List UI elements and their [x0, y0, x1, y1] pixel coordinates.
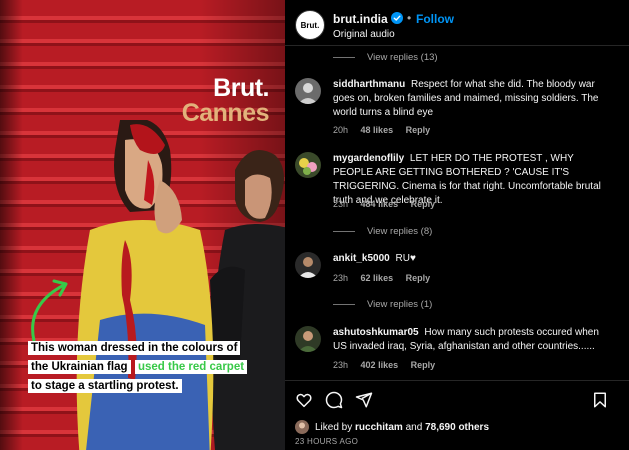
- comment-likes[interactable]: 402 likes: [361, 360, 399, 370]
- liked-by-summary: Liked by rucchitam and 78,690 others: [295, 420, 489, 434]
- comment-meta: 23h 402 likes Reply: [333, 360, 445, 370]
- reply-button[interactable]: Reply: [406, 125, 431, 135]
- liker-avatar[interactable]: [295, 420, 309, 434]
- comment-likes[interactable]: 62 likes: [361, 273, 394, 283]
- view-replies-button[interactable]: View replies (8): [333, 226, 432, 237]
- separator-dot: •: [407, 11, 412, 25]
- post-media[interactable]: Brut. Cannes This woman dressed in the c…: [0, 0, 285, 450]
- original-audio-link[interactable]: Original audio: [333, 29, 395, 40]
- liked-by-others[interactable]: 78,690 others: [425, 422, 489, 433]
- commenter-avatar[interactable]: [295, 152, 321, 178]
- comment-likes[interactable]: 484 likes: [361, 199, 399, 209]
- logo-line-cannes: Cannes: [181, 99, 270, 127]
- comment-username[interactable]: siddharthmanu: [333, 79, 405, 90]
- comment-username[interactable]: ashutoshkumar05: [333, 327, 419, 338]
- liked-by-user[interactable]: rucchitam: [355, 422, 403, 433]
- comment-username[interactable]: mygardenoflily: [333, 153, 404, 164]
- post-username[interactable]: brut.india: [333, 12, 388, 26]
- liked-by-prefix: Liked by: [315, 421, 353, 433]
- comment-likes[interactable]: 48 likes: [361, 125, 394, 135]
- video-caption: This woman dressed in the colours of the…: [28, 338, 248, 395]
- comment-time[interactable]: 20h: [333, 125, 348, 135]
- bookmark-icon[interactable]: [591, 391, 609, 409]
- reply-button[interactable]: Reply: [406, 273, 431, 283]
- view-replies-button[interactable]: View replies (1): [333, 299, 432, 310]
- comment-time[interactable]: 23h: [333, 199, 348, 209]
- comment-meta: 23h 62 likes Reply: [333, 273, 440, 283]
- action-bar: [285, 380, 629, 418]
- post-timestamp[interactable]: 23 HOURS AGO: [295, 437, 358, 446]
- reply-button[interactable]: Reply: [411, 360, 436, 370]
- comments-panel: Brut. brut.india • Follow Original audio…: [285, 0, 629, 450]
- heart-icon[interactable]: [295, 391, 313, 409]
- comment-meta: 23h 484 likes Reply: [333, 199, 445, 209]
- reply-button[interactable]: Reply: [411, 199, 436, 209]
- caption-text-2: to stage a startling protest.: [28, 379, 182, 393]
- logo-line-brut: Brut.: [213, 74, 269, 102]
- comment-meta: 20h 48 likes Reply: [333, 125, 440, 135]
- woman-protester-image: [76, 120, 214, 450]
- share-icon[interactable]: [355, 391, 373, 409]
- comment-icon[interactable]: [325, 391, 343, 409]
- comment-text: RU♥: [395, 253, 416, 264]
- comment-username[interactable]: ankit_k5000: [333, 253, 390, 264]
- verified-badge-icon: [391, 12, 403, 24]
- caption-highlight: used the red carpet: [134, 360, 248, 374]
- brut-cannes-logo: Brut. Cannes: [181, 74, 270, 127]
- commenter-avatar[interactable]: [295, 326, 321, 352]
- brut-avatar[interactable]: Brut.: [295, 10, 325, 40]
- follow-button[interactable]: Follow: [416, 12, 454, 26]
- liked-by-and: and: [405, 421, 423, 433]
- view-replies-button[interactable]: View replies (13): [333, 52, 438, 63]
- green-arrow-icon: [31, 279, 68, 343]
- post-header: Brut. brut.india • Follow Original audio: [285, 0, 629, 46]
- commenter-avatar[interactable]: [295, 78, 321, 104]
- comment-time[interactable]: 23h: [333, 360, 348, 370]
- comment-time[interactable]: 23h: [333, 273, 348, 283]
- commenter-avatar[interactable]: [295, 252, 321, 278]
